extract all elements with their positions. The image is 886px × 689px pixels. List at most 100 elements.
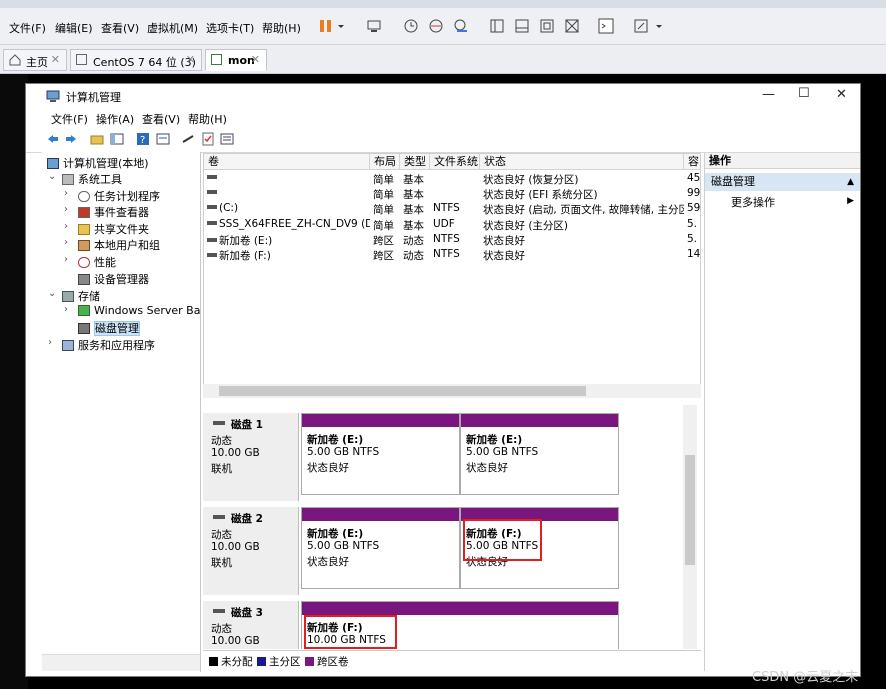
partition-color-bar — [302, 414, 459, 427]
tree-performance[interactable]: › 性能 — [64, 254, 116, 270]
volume-cell-layout: 简单 — [373, 187, 400, 202]
tree-task-scheduler[interactable]: › 任务计划程序 — [64, 188, 160, 204]
checklist-icon[interactable] — [201, 132, 215, 146]
maximize-button[interactable]: ☐ — [798, 86, 810, 101]
chevron-right-icon[interactable]: › — [64, 204, 68, 215]
disk-label[interactable]: 磁盘 3动态10.00 GB联机 — [203, 601, 299, 649]
disk-name: 磁盘 2 — [231, 513, 263, 525]
disk-view-scrollbar[interactable] — [683, 405, 697, 649]
chevron-down-icon[interactable]: ⌄ — [48, 171, 56, 182]
close-button[interactable]: ✕ — [836, 87, 847, 102]
vm-menu-vm[interactable]: 虚拟机(M) — [147, 20, 198, 36]
disk-label[interactable]: 磁盘 2 动态 10.00 GB 联机 — [203, 507, 299, 595]
col-volume[interactable]: 卷 — [204, 154, 370, 170]
tree-event-viewer[interactable]: › 事件查看器 — [64, 204, 149, 220]
tree-local-users[interactable]: › 本地用户和组 — [64, 237, 160, 253]
more-actions[interactable]: 更多操作 — [731, 194, 775, 210]
forward-arrow-icon[interactable] — [64, 132, 78, 146]
stretch-icon[interactable] — [632, 17, 650, 35]
scroll-thumb[interactable] — [219, 386, 586, 396]
tree-horizontal-scrollbar[interactable] — [42, 654, 200, 671]
menu-help[interactable]: 帮助(H) — [188, 111, 227, 127]
tab-centos[interactable]: CentOS 7 64 位 (3) ✕ — [70, 49, 202, 71]
tree-root[interactable]: 计算机管理(本地) — [47, 155, 149, 171]
partition[interactable]: 新加卷 (E:) 5.00 GB NTFS 状态良好 — [460, 413, 619, 495]
up-folder-icon[interactable] — [90, 132, 104, 146]
show-hide-tree-icon[interactable] — [110, 132, 124, 146]
back-arrow-icon[interactable] — [46, 132, 60, 146]
list-view-icon[interactable] — [220, 132, 234, 146]
scroll-thumb[interactable] — [685, 455, 695, 565]
fullscreen-icon[interactable] — [538, 17, 556, 35]
chevron-right-icon[interactable]: › — [64, 237, 68, 248]
vm-menu-edit[interactable]: 编辑(E) — [55, 20, 93, 36]
cell-text: 45 — [687, 172, 701, 184]
send-keys-icon[interactable] — [365, 17, 383, 35]
console-icon[interactable] — [597, 17, 615, 35]
chevron-down-icon[interactable] — [336, 17, 346, 35]
volume-cell-cap: 5. — [687, 233, 700, 245]
cell-text: NTFS — [433, 202, 460, 215]
unity-icon[interactable] — [563, 17, 581, 35]
vm-menu-view[interactable]: 查看(V) — [101, 20, 139, 36]
chevron-right-icon[interactable]: › — [64, 188, 68, 199]
window-titlebar[interactable]: 计算机管理 — ☐ ✕ — [26, 84, 860, 108]
col-type[interactable]: 类型 — [400, 154, 430, 170]
tree-label: 性能 — [94, 256, 116, 269]
tree-services-apps[interactable]: › 服务和应用程序 — [48, 337, 155, 353]
partition-color-bar — [302, 602, 618, 615]
tab-mon[interactable]: mon ✕ — [205, 49, 267, 71]
tree-disk-management[interactable]: 磁盘管理 — [78, 320, 140, 336]
volume-cell-layout: 简单 — [373, 172, 400, 187]
highlight-box — [463, 519, 542, 561]
col-status[interactable]: 状态 — [480, 154, 684, 170]
chevron-down-icon[interactable]: ⌄ — [48, 288, 56, 299]
menu-action[interactable]: 操作(A) — [96, 111, 134, 127]
stretch-dropdown-icon[interactable] — [654, 17, 664, 35]
tree-system-tools[interactable]: ⌄ 系统工具 — [48, 171, 122, 187]
volume-horizontal-scrollbar[interactable] — [203, 384, 701, 398]
chevron-right-icon[interactable]: ▶ — [847, 196, 854, 206]
partition[interactable]: 新加卷 (E:) 5.00 GB NTFS 状态良好 — [301, 413, 460, 495]
cell-text: 状态良好 (EFI 系统分区) — [483, 189, 598, 202]
col-layout[interactable]: 布局 — [370, 154, 400, 170]
vm-menu-tabs[interactable]: 选项卡(T) — [206, 20, 254, 36]
tree-shared-folders[interactable]: › 共享文件夹 — [64, 221, 149, 237]
chevron-right-icon[interactable]: › — [48, 337, 52, 348]
tree-device-manager[interactable]: 设备管理器 — [78, 271, 149, 287]
vm-menu-help[interactable]: 帮助(H) — [262, 20, 301, 36]
col-capacity[interactable]: 容 — [684, 154, 700, 170]
sidebar-view-icon[interactable] — [488, 17, 506, 35]
partition-size: 5.00 GB NTFS — [466, 446, 539, 458]
vm-menu-file[interactable]: 文件(F) — [9, 20, 46, 36]
cell-text: NTFS — [433, 248, 460, 260]
close-icon[interactable]: ✕ — [51, 53, 60, 66]
tree-storage[interactable]: ⌄ 存储 — [48, 288, 100, 304]
menu-file[interactable]: 文件(F) — [51, 111, 88, 127]
tree-windows-server-backup[interactable]: › Windows Server Back — [64, 304, 200, 317]
pause-icon[interactable] — [317, 17, 335, 35]
thumbnail-view-icon[interactable] — [513, 17, 531, 35]
partition[interactable]: 新加卷 (E:) 5.00 GB NTFS 状态良好 — [301, 507, 460, 589]
tab-home[interactable]: 主页 ✕ — [3, 49, 67, 71]
disk-label[interactable]: 磁盘 1 动态 10.00 GB 联机 — [203, 413, 299, 501]
chevron-right-icon[interactable]: › — [64, 221, 68, 232]
menu-view[interactable]: 查看(V) — [142, 111, 180, 127]
cell-text: (C:) — [219, 202, 239, 215]
properties-icon[interactable] — [156, 132, 170, 146]
close-icon[interactable]: ✕ — [251, 53, 260, 66]
help-icon[interactable]: ? — [136, 132, 150, 146]
snapshot-manager-icon[interactable] — [452, 17, 470, 35]
snapshot-icon[interactable] — [402, 17, 420, 35]
close-icon[interactable]: ✕ — [186, 53, 195, 66]
more-actions-label: 更多操作 — [731, 196, 775, 209]
col-filesystem[interactable]: 文件系统 — [430, 154, 480, 170]
collapse-icon[interactable]: ▲ — [847, 173, 854, 191]
cell-text: 基本 — [403, 189, 424, 202]
chevron-right-icon[interactable]: › — [64, 304, 68, 315]
action-disk-management[interactable]: 磁盘管理 ▲ — [705, 173, 860, 191]
chevron-right-icon[interactable]: › — [64, 254, 68, 265]
connect-icon[interactable] — [181, 132, 195, 146]
minimize-button[interactable]: — — [762, 87, 775, 102]
revert-snapshot-icon[interactable] — [427, 17, 445, 35]
